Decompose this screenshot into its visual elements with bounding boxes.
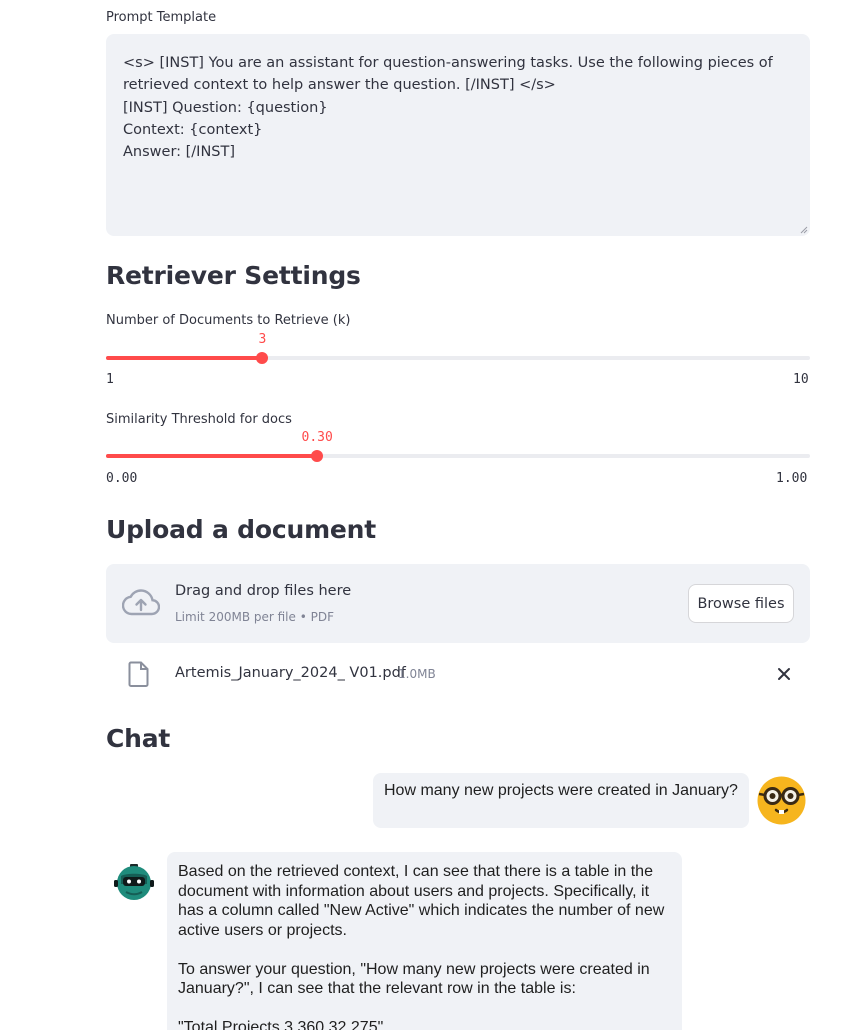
dropzone-title: Drag and drop files here (175, 583, 352, 599)
chat-heading: Chat (106, 724, 171, 753)
threshold-slider-fill (106, 454, 318, 458)
assistant-paragraph: "Total Projects 3,360 32 275" (178, 1019, 384, 1030)
k-slider-min: 1 (106, 372, 114, 387)
retriever-settings-heading: Retriever Settings (106, 261, 361, 290)
resize-grip-icon[interactable] (800, 226, 808, 234)
k-slider-value: 3 (258, 332, 267, 347)
uploaded-file-name: Artemis_January_2024_ V01.pdf (175, 665, 406, 681)
upload-heading: Upload a document (106, 515, 377, 544)
threshold-slider-thumb[interactable] (311, 450, 324, 462)
k-slider-fill (106, 356, 263, 360)
file-dropzone[interactable]: Drag and drop files here Limit 200MB per… (106, 564, 810, 643)
threshold-slider-min: 0.00 (106, 471, 138, 486)
file-icon (128, 661, 149, 687)
user-message: How many new projects were created in Ja… (373, 773, 749, 828)
uploaded-file-size: 1.0MB (398, 667, 436, 681)
threshold-slider-label: Similarity Threshold for docs (106, 412, 292, 427)
assistant-message: Based on the retrieved context, I can se… (167, 852, 682, 1030)
nerd-face-icon (757, 776, 806, 825)
prompt-template-label: Prompt Template (106, 10, 217, 25)
cloud-upload-icon (122, 589, 160, 616)
threshold-slider-max: 1.00 (776, 471, 808, 486)
dropzone-subtitle: Limit 200MB per file • PDF (175, 610, 334, 624)
robot-icon (114, 864, 154, 900)
k-slider-thumb[interactable] (256, 352, 269, 364)
assistant-paragraph: Based on the retrieved context, I can se… (178, 863, 665, 939)
threshold-slider-value: 0.30 (301, 430, 333, 445)
k-slider-track[interactable]: 3 (106, 332, 810, 364)
uploaded-file-row: Artemis_January_2024_ V01.pdf 1.0MB (106, 656, 810, 694)
k-slider-label: Number of Documents to Retrieve (k) (106, 313, 351, 328)
close-icon[interactable] (776, 666, 792, 682)
prompt-template-textarea[interactable]: <s> [INST] You are an assistant for ques… (106, 34, 810, 236)
k-slider-max: 10 (793, 372, 809, 387)
threshold-slider-track[interactable]: 0.30 (106, 430, 810, 462)
browse-files-button[interactable]: Browse files (688, 584, 794, 623)
page: Prompt Template <s> [INST] You are an as… (0, 0, 858, 1030)
assistant-paragraph: To answer your question, "How many new p… (178, 960, 650, 998)
